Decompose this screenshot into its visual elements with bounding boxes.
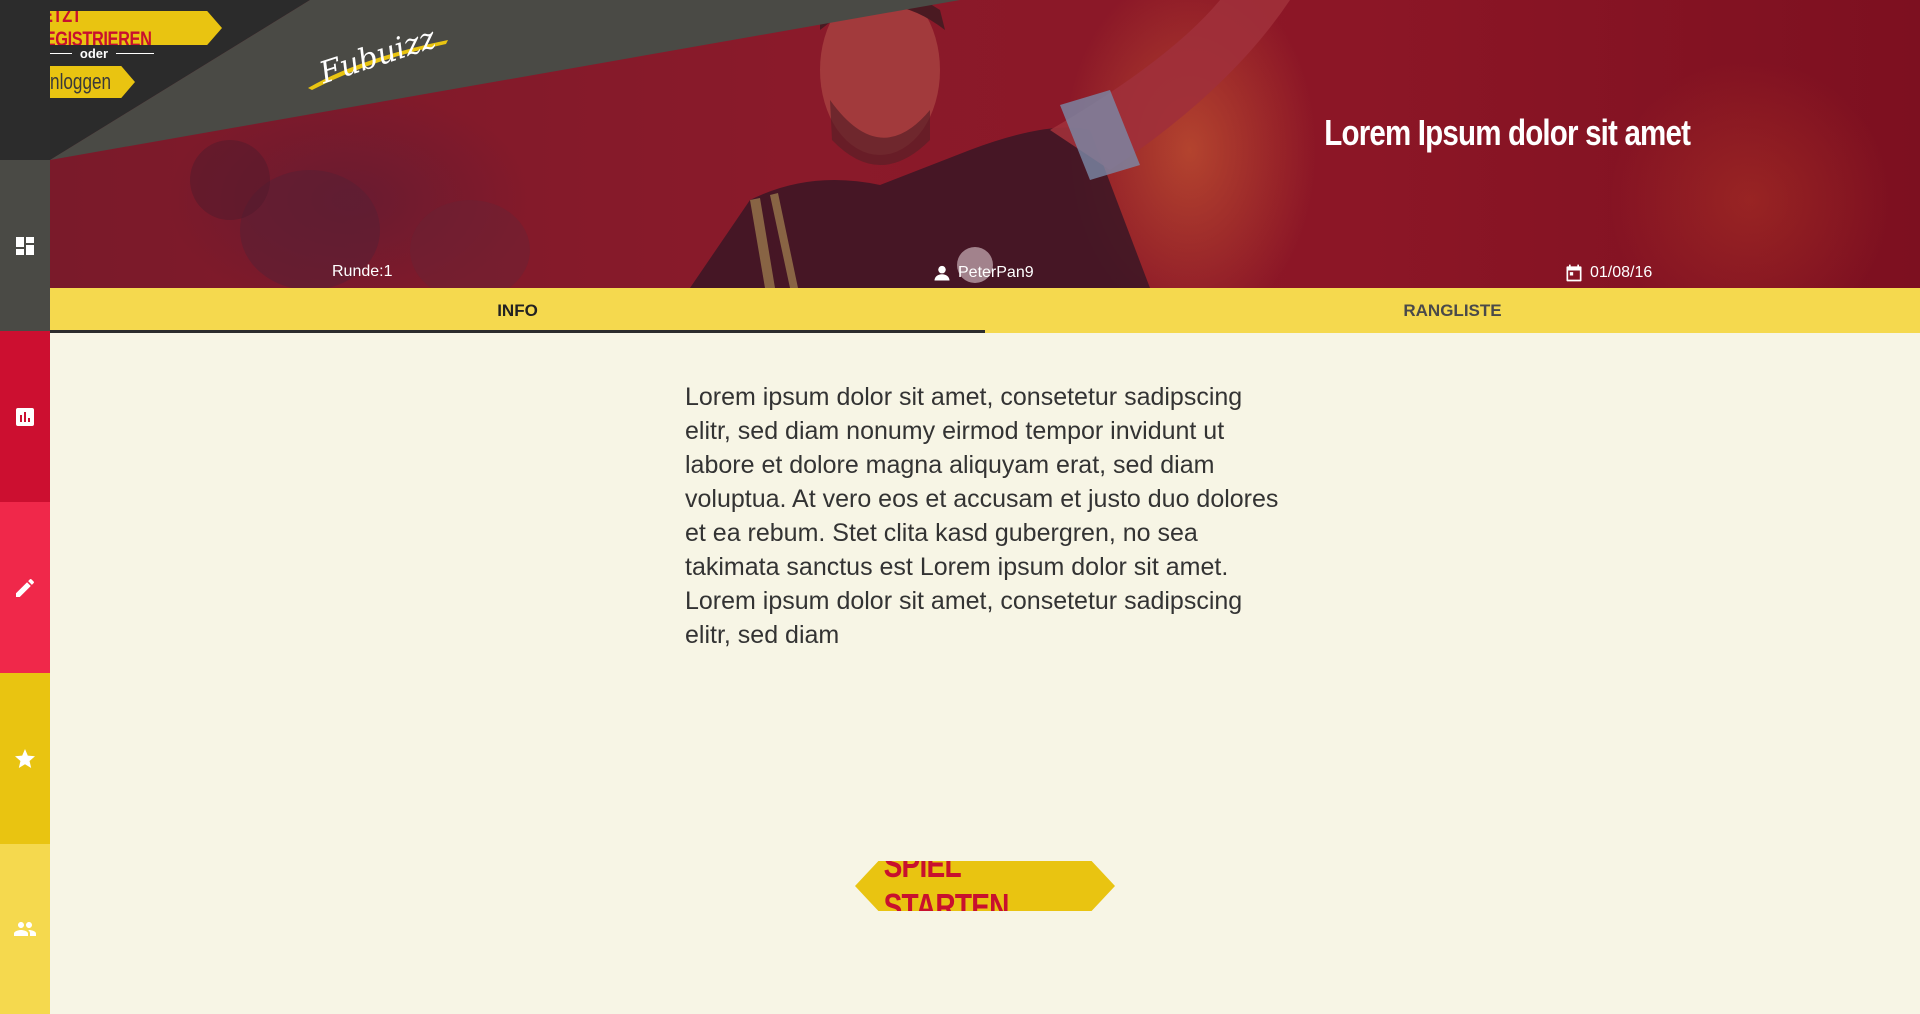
user-icon (934, 265, 950, 281)
date-label: 01/08/16 (1590, 264, 1653, 281)
or-label: oder (79, 45, 109, 61)
sidebar-item-favorites[interactable] (0, 673, 50, 844)
tab-rangliste[interactable]: RANGLISTE (985, 288, 1920, 333)
user-name: PeterPan9 (958, 264, 1034, 281)
sidebar-item-people[interactable] (0, 844, 50, 1014)
svg-text:Fubuizz: Fubuizz (314, 21, 440, 92)
date-info: 01/08/16 (1564, 263, 1652, 283)
round-info: Runde:1 (332, 263, 393, 281)
fubuizz-logo[interactable]: Fubuizz (300, 18, 450, 94)
star-icon (15, 748, 35, 768)
sidebar-item-edit[interactable] (0, 502, 50, 673)
sidebar-item-stats[interactable] (0, 331, 50, 502)
sidebar-top-spacer (0, 0, 50, 160)
tab-info[interactable]: INFO (50, 288, 985, 333)
hero-title: Lorem Ipsum dolor sit amet (1324, 112, 1691, 153)
start-game-button[interactable]: SPIEL STARTEN (855, 861, 1115, 911)
tab-bar: INFO RANGLISTE (50, 288, 1920, 333)
dashboard-icon (16, 236, 34, 255)
bar-chart-icon (16, 407, 34, 426)
or-divider: oder (34, 45, 155, 61)
sidebar-item-dashboard[interactable] (0, 160, 50, 331)
left-sidebar (0, 0, 50, 1014)
round-label: Runde:1 (332, 263, 393, 280)
info-text: Lorem ipsum dolor sit amet, consetetur s… (685, 383, 1279, 649)
pencil-icon (16, 578, 35, 597)
user-info: PeterPan9 (932, 263, 1034, 283)
calendar-icon (1566, 264, 1582, 282)
people-icon (14, 922, 36, 936)
